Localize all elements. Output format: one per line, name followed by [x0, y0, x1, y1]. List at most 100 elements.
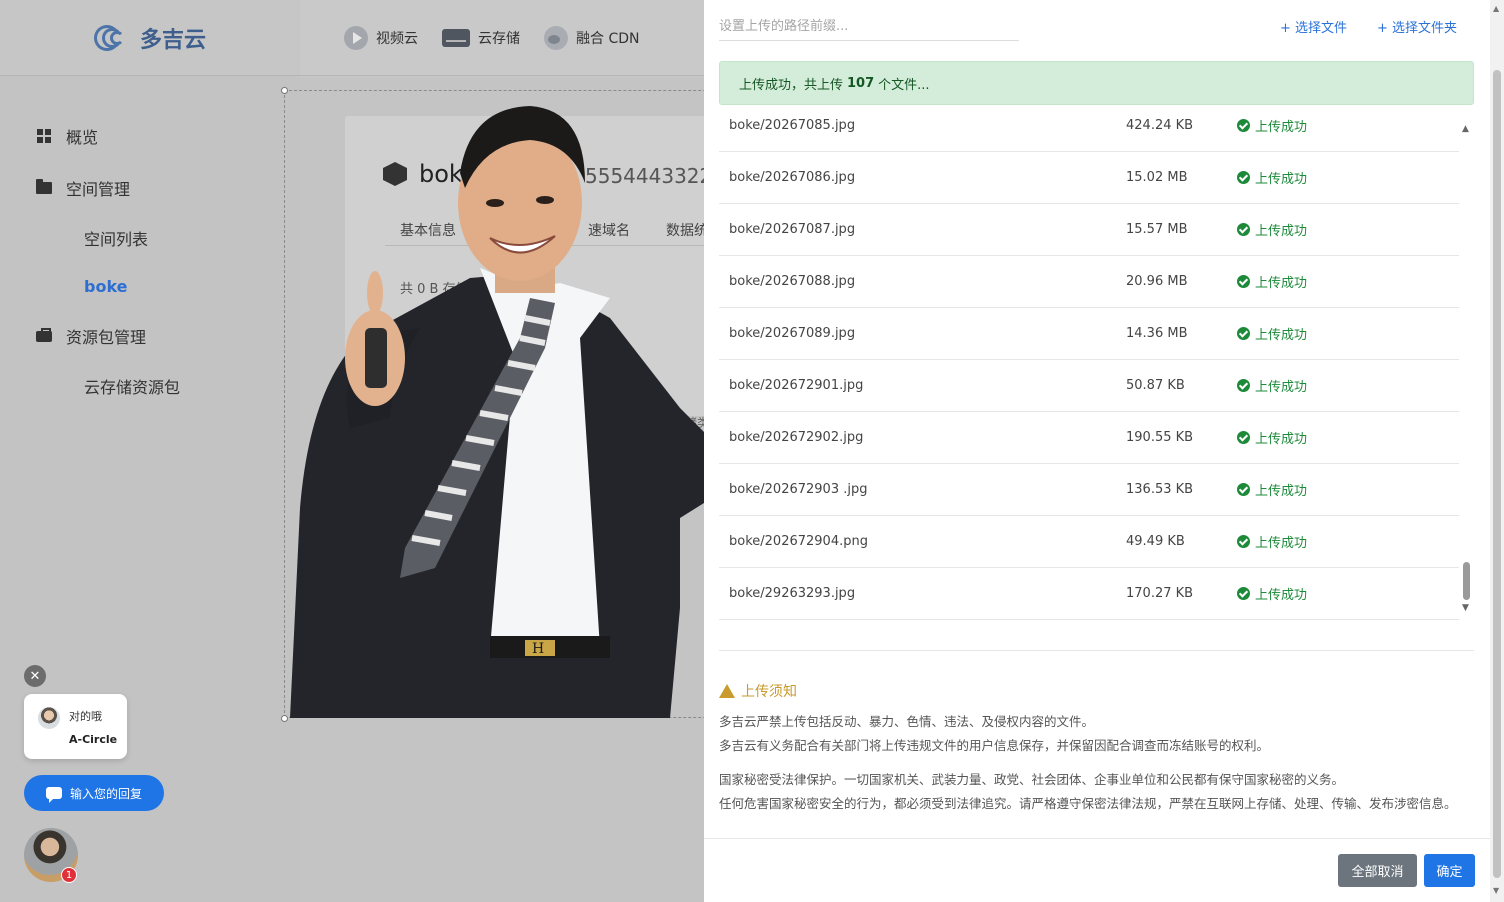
file-size: 136.53 KB — [1126, 482, 1194, 497]
check-circle-icon — [1237, 275, 1250, 288]
check-circle-icon — [1237, 431, 1250, 444]
sidebar-item-space-management[interactable]: 空间管理 — [0, 162, 300, 214]
upload-success-banner: 上传成功，共上传 107 个文件... — [719, 61, 1474, 105]
banner-prefix: 上传成功，共上传 — [739, 77, 844, 93]
chat-message: 对的哦 — [69, 710, 102, 723]
sidebar-item-space-list[interactable]: 空间列表 — [0, 214, 300, 262]
file-name: boke/20267085.jpg — [729, 118, 856, 133]
file-size: 20.96 MB — [1126, 274, 1188, 289]
nav-cloud-storage[interactable]: 云存储 — [442, 28, 520, 48]
list-item: boke/20267089.jpg 14.36 MB 上传成功 — [719, 308, 1459, 360]
upload-drawer: + 选择文件 + 选择文件夹 上传成功，共上传 107 个文件... boke/… — [704, 0, 1504, 902]
sidebar-item-label: 概览 — [66, 128, 99, 147]
drawer-scrollbar[interactable]: ▲ ▼ — [1490, 0, 1504, 902]
file-size: 49.49 KB — [1126, 534, 1185, 549]
folder-icon — [36, 179, 52, 196]
path-prefix-input[interactable] — [719, 12, 1019, 41]
notice-line: 多吉云有义务配合有关部门将上传违规文件的用户信息保存，并保留因配合调查而冻结账号… — [719, 738, 1270, 753]
file-size: 190.55 KB — [1126, 430, 1194, 445]
file-name: boke/20267089.jpg — [729, 326, 856, 341]
list-item: boke/20267086.jpg 15.02 MB 上传成功 — [719, 152, 1459, 204]
select-file-button[interactable]: + 选择文件 — [1280, 17, 1347, 36]
upload-notice-body: 多吉云严禁上传包括反动、暴力、色情、违法、及侵权内容的文件。 多吉云有义务配合有… — [719, 710, 1469, 816]
scroll-down-arrow[interactable]: ▼ — [1493, 886, 1499, 895]
sidebar-item-current-space[interactable]: boke — [0, 262, 300, 310]
status-text: 上传成功 — [1255, 380, 1308, 395]
sidebar-item-package-management[interactable]: 资源包管理 — [0, 310, 300, 362]
check-circle-icon — [1237, 119, 1250, 132]
status-text: 上传成功 — [1255, 328, 1308, 343]
chat-reply-button[interactable]: 输入您的回复 — [24, 775, 164, 811]
file-size: 424.24 KB — [1126, 118, 1194, 133]
file-list: boke/20267085.jpg 424.24 KB 上传成功 boke/20… — [719, 100, 1459, 620]
logo-text: 多吉云 — [139, 27, 206, 53]
chat-icon — [45, 787, 62, 803]
file-size: 15.02 MB — [1126, 170, 1188, 185]
chat-preview[interactable]: 对的哦 A-Circle — [24, 694, 127, 759]
chat-close-button[interactable]: ✕ — [24, 665, 46, 687]
list-scroll-down-arrow[interactable]: ▼ — [1462, 603, 1469, 613]
scrollbar-thumb[interactable] — [1493, 70, 1501, 878]
file-name: boke/202672903 .jpg — [729, 482, 868, 497]
list-item: boke/202672904.png 49.49 KB 上传成功 — [719, 516, 1459, 568]
sidebar-item-storage-package[interactable]: 云存储资源包 — [0, 362, 300, 410]
list-item: boke/20267085.jpg 424.24 KB 上传成功 — [719, 100, 1459, 152]
sidebar-item-overview[interactable]: 概览 — [0, 110, 300, 162]
warning-icon — [719, 684, 735, 698]
confirm-button[interactable]: 确定 — [1424, 854, 1475, 887]
cancel-all-button[interactable]: 全部取消 — [1338, 854, 1417, 887]
file-name: boke/20267086.jpg — [729, 170, 856, 185]
scroll-up-arrow[interactable]: ▲ — [1493, 4, 1499, 13]
check-circle-icon — [1237, 483, 1250, 496]
file-status: 上传成功 — [1237, 532, 1307, 551]
chat-reply-label: 输入您的回复 — [69, 786, 142, 801]
avatar — [38, 707, 60, 729]
chat-sender: A-Circle — [69, 733, 118, 746]
file-name: boke/202672901.jpg — [729, 378, 864, 393]
file-name: boke/202672904.png — [729, 534, 868, 549]
drive-icon — [442, 28, 470, 47]
file-size: 50.87 KB — [1126, 378, 1185, 393]
briefcase-icon — [36, 327, 52, 344]
status-text: 上传成功 — [1255, 588, 1308, 603]
list-item: boke/202672903 .jpg 136.53 KB 上传成功 — [719, 464, 1459, 516]
top-nav: 视频云 云存储 融合 CDN — [300, 0, 704, 76]
check-circle-icon — [1237, 379, 1250, 392]
status-text: 上传成功 — [1255, 536, 1308, 551]
file-status: 上传成功 — [1237, 220, 1307, 239]
globe-icon — [544, 25, 568, 50]
list-scrollbar-thumb[interactable] — [1463, 562, 1470, 600]
sidebar-item-label: 空间管理 — [66, 180, 131, 199]
select-folder-button[interactable]: + 选择文件夹 — [1377, 17, 1457, 36]
status-text: 上传成功 — [1255, 172, 1308, 187]
list-scroll-up-arrow[interactable]: ▲ — [1462, 124, 1469, 134]
notice-line: 国家秘密受法律保护。一切国家机关、武装力量、政党、社会团体、企事业单位和公民都有… — [719, 772, 1345, 787]
notice-title-text: 上传须知 — [741, 684, 797, 700]
svg-text:H: H — [532, 641, 544, 657]
file-status: 上传成功 — [1237, 116, 1307, 135]
play-icon — [344, 25, 368, 50]
logo[interactable]: 多吉云 — [0, 0, 300, 76]
banner-count: 107 — [847, 75, 875, 91]
notice-line: 任何危害国家秘密安全的行为，都必须受到法律追究。请严格遵守保密法律法规，严禁在互… — [719, 796, 1457, 811]
check-circle-icon — [1237, 327, 1250, 340]
sidebar-item-label: 资源包管理 — [66, 328, 147, 347]
status-text: 上传成功 — [1255, 120, 1308, 135]
file-size: 170.27 KB — [1126, 586, 1194, 601]
file-status: 上传成功 — [1237, 324, 1307, 343]
nav-video-cloud[interactable]: 视频云 — [344, 25, 418, 50]
nav-cdn[interactable]: 融合 CDN — [544, 25, 639, 50]
sidebar-nav: 概览 空间管理 空间列表 boke 资源包管理 云存储资源包 — [0, 76, 300, 410]
notice-line: 多吉云严禁上传包括反动、暴力、色情、违法、及侵权内容的文件。 — [719, 714, 1095, 729]
file-size: 15.57 MB — [1126, 222, 1188, 237]
file-status: 上传成功 — [1237, 584, 1307, 603]
nav-label: 云存储 — [478, 30, 520, 47]
file-status: 上传成功 — [1237, 376, 1307, 395]
divider — [719, 650, 1474, 651]
list-item: boke/202672902.jpg 190.55 KB 上传成功 — [719, 412, 1459, 464]
sidebar: 多吉云 概览 空间管理 空间列表 boke 资源包管理 云存储资源包 — [0, 0, 300, 902]
cloud-logo-icon — [93, 24, 134, 51]
list-item: boke/20267088.jpg 20.96 MB 上传成功 — [719, 256, 1459, 308]
status-text: 上传成功 — [1255, 484, 1308, 499]
check-circle-icon — [1237, 587, 1250, 600]
